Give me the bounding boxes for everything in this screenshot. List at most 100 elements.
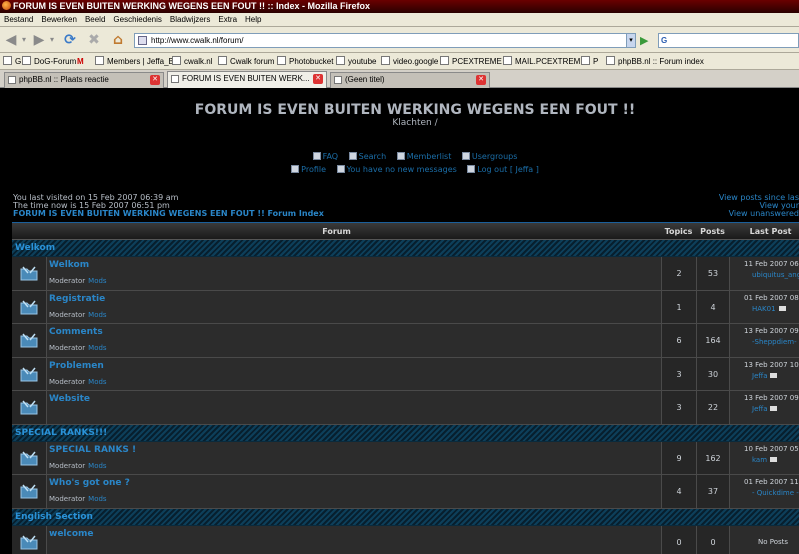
last-post-user-link[interactable]: -Sheppdiem- [752,338,797,346]
last-post-author: Jeffa [752,405,778,413]
google-icon [3,56,12,65]
logout-link[interactable]: Log out [ Jeffa ] [467,165,539,174]
topics-count: 3 [676,369,682,379]
last-post-author: Jeffa [752,372,778,380]
forum-cell: Welkom Moderator Mods [46,257,661,290]
moderator-link[interactable]: Mods [88,311,106,319]
site-favicon-icon [138,36,147,45]
last-post-user-link[interactable]: kam [752,456,767,464]
bookmark-icon [218,56,227,65]
menu-help[interactable]: Help [241,15,265,24]
forum-name-link[interactable]: welcome [49,529,94,539]
forum-name-link[interactable]: Problemen [49,361,104,371]
forum-folder-cell [12,525,46,554]
view-latest-post-icon[interactable] [770,372,778,378]
category-header[interactable]: SPECIAL RANKS!!! [12,424,799,442]
forum-name-link[interactable]: Website [49,394,90,404]
url-dropdown-icon[interactable]: ▾ [626,33,636,48]
menu-beeld[interactable]: Beeld [81,15,109,24]
forum-name-link[interactable]: Comments [49,327,103,337]
bookmark-video-google[interactable]: video.google [381,53,438,69]
bookmark-pcextreme[interactable]: PCEXTREME [440,53,502,69]
view-latest-post-icon[interactable] [770,456,778,462]
view-unanswered-link[interactable]: View unanswered [729,209,799,218]
messages-link[interactable]: You have no new messages [336,165,457,174]
last-post-user-link[interactable]: ubiquitus_angel [752,271,799,279]
last-post-author: kam [752,456,778,464]
posts-cell: 164 [696,324,729,357]
reload-icon[interactable]: ⟳ [62,31,78,49]
stop-icon[interactable]: ✖ [86,31,102,49]
last-post-user-link[interactable]: HAK01 [752,305,776,313]
view-latest-post-icon[interactable] [770,406,778,411]
bookmark-mail-pcextreme[interactable]: MAIL.PCEXTREME [503,53,586,69]
bookmark-icon [503,56,512,65]
tab-forum-index[interactable]: FORUM IS EVEN BUITEN WERK... ✕ [167,71,327,88]
forum-folder-cell [12,357,46,390]
page-subtitle: Klachten / [392,118,438,128]
moderator-link[interactable]: Mods [88,277,106,285]
last-post-user-link[interactable]: Jeffa [752,405,767,413]
category-header[interactable]: English Section [12,508,799,526]
profile-link[interactable]: Profile [291,165,326,174]
bookmark-members[interactable]: Members | Jeffa_B [95,53,174,69]
forum-name-link[interactable]: SPECIAL RANKS ! [49,445,136,455]
moderator-link[interactable]: Mods [88,462,106,470]
memberlist-link[interactable]: Memberlist [396,152,451,161]
usergroups-link[interactable]: Usergroups [461,152,517,161]
close-tab-icon[interactable]: ✕ [476,75,486,85]
moderator-link[interactable]: Mods [88,344,106,352]
memberlist-icon [396,152,405,160]
go-icon[interactable]: ▶ [640,33,652,48]
close-tab-icon[interactable]: ✕ [313,74,323,84]
forum-name-link[interactable]: Welkom [49,260,89,270]
tab-geen-titel[interactable]: (Geen titel) ✕ [330,72,490,88]
last-post-date: 13 Feb 2007 09:57 [744,394,799,402]
moderator-label: Moderator [49,310,86,319]
bookmark-p[interactable]: P [581,53,598,69]
bookmark-phpbb[interactable]: phpBB.nl :: Forum index [606,53,704,69]
bookmark-gmail[interactable]: M [77,53,84,69]
topics-cell: 1 [661,290,696,323]
menu-extra[interactable]: Extra [214,15,241,24]
bookmark-cwalk-forum[interactable]: Cwalk forum [218,53,274,69]
home-icon[interactable]: ⌂ [110,31,126,49]
forward-dropdown-icon[interactable]: ▾ [48,31,56,49]
last-post-cell: 11 Feb 2007 06:02 ubiquitus_angel [729,257,799,290]
bookmark-google[interactable]: G [3,53,21,69]
back-arrow-icon[interactable]: ◀ [4,31,18,49]
posts-cell: 22 [696,391,729,424]
bookmark-dog-forum[interactable]: DoG-Forum [22,53,76,69]
search-input[interactable]: G [658,33,799,48]
back-dropdown-icon[interactable]: ▾ [20,31,28,49]
menu-geschiedenis[interactable]: Geschiedenis [109,15,165,24]
forum-name-link[interactable]: Who's got one ? [49,478,130,488]
menu-bestand[interactable]: Bestand [0,15,37,24]
topics-cell: 3 [661,391,696,424]
faq-link[interactable]: FAQ [312,152,338,161]
category-header[interactable]: Welkom [12,240,799,257]
tab-phpbb-reactie[interactable]: phpBB.nl :: Plaats reactie ✕ [4,72,164,88]
url-input[interactable]: http://www.cwalk.nl/forum/ [134,33,636,48]
forum-folder-cell [12,475,46,508]
forum-name-link[interactable]: Registratie [49,294,105,304]
bookmark-photobucket[interactable]: Photobucket [277,53,333,69]
topics-count: 4 [676,487,682,496]
menu-bladwijzers[interactable]: Bladwijzers [166,15,214,24]
forward-arrow-icon[interactable]: ▶ [32,31,46,49]
forum-index-link[interactable]: FORUM IS EVEN BUITEN WERKING WEGENS EEN … [13,209,324,218]
search-link[interactable]: Search [348,152,386,161]
moderator-link[interactable]: Mods [88,495,106,503]
posts-count: 162 [705,453,721,463]
last-post-author: HAK01 [752,305,786,313]
forum-row: Website 3 22 13 Feb 2007 09:57 Jeffa [12,391,799,425]
bookmark-youtube[interactable]: youtube [336,53,376,69]
bookmark-cwalk[interactable]: cwalk.nl [172,53,212,69]
moderator-label: Moderator [49,461,86,470]
last-post-user-link[interactable]: Jeffa [752,372,767,380]
last-post-user-link[interactable]: - Quickdime - [752,489,799,497]
moderator-link[interactable]: Mods [88,378,106,386]
menu-bewerken[interactable]: Bewerken [37,15,81,24]
close-tab-icon[interactable]: ✕ [150,75,160,85]
view-latest-post-icon[interactable] [778,305,786,311]
